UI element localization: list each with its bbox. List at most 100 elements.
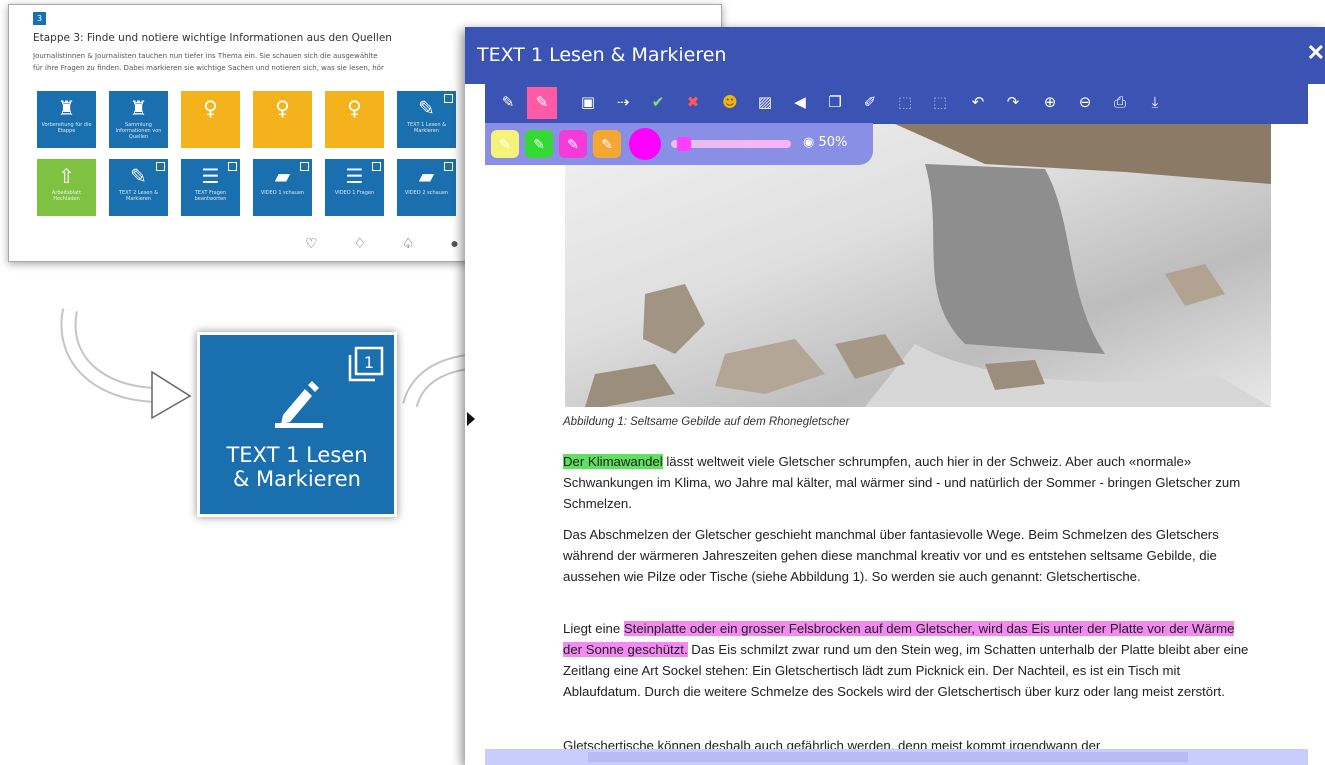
reader-title: TEXT 1 Lesen & Markieren (477, 44, 727, 66)
redo-button[interactable]: ↷ (998, 87, 1028, 119)
window-badge-icon (444, 162, 453, 171)
eraser-tool-button[interactable]: ✐ (855, 87, 885, 119)
zoom-out-icon: ⊖ (1078, 93, 1092, 111)
eye-icon: ◉ (803, 135, 815, 150)
side-panel-toggle-icon[interactable] (467, 412, 475, 426)
paste-tool-button[interactable]: ❐ (820, 87, 850, 119)
color-yellow-button[interactable]: ✎ (491, 130, 519, 158)
tile-video1-watch[interactable]: ▰ VIDEO 1 schauen (253, 159, 312, 216)
step-number-badge: 3 (33, 12, 46, 25)
group-icon: ⬚ (932, 93, 948, 111)
svg-text:1: 1 (364, 353, 374, 372)
binoculars-icon: ♜ (129, 96, 148, 120)
paragraph-3: Liegt eine Steinplatte oder ein grosser … (563, 621, 1249, 699)
zoomed-tile-label: TEXT 1 Lesen & Markieren (226, 443, 368, 491)
window-badge-icon (372, 162, 381, 171)
window-badge-icon: 1 (348, 346, 384, 382)
glacier-photo (565, 124, 1271, 407)
highlighter-icon: ✎ (499, 136, 511, 152)
opacity-label: ◉ 50% (803, 135, 848, 150)
glacier-table-image (585, 124, 1271, 407)
tile-upload[interactable]: ⇧ Arbeitsblatt Hochladen (37, 159, 96, 216)
group-tool-button[interactable]: ⬚ (925, 87, 955, 119)
window-badge-icon (444, 94, 453, 103)
close-button[interactable]: ✕ (1307, 40, 1325, 66)
cross-icon: ✖ (686, 93, 700, 111)
window-badge-icon (156, 162, 165, 171)
tile-video1-questions[interactable]: ☰ VIDEO 1 Fragen (325, 159, 384, 216)
highlighter-icon: ✎ (533, 136, 545, 152)
color-green-button[interactable]: ✎ (525, 130, 553, 158)
pencil-icon (275, 381, 323, 428)
reader-window: TEXT 1 Lesen & Markieren ✕ ✎ ✎ ▣ ⇢ ✔ ✖ ☻… (465, 27, 1325, 765)
figure-caption: Abbildung 1: Seltsame Gebilde auf dem Rh… (563, 416, 850, 428)
feedback-icons[interactable]: ♡ ♢ ♤ ● (305, 235, 475, 252)
select-icon: ⬚ (897, 93, 913, 111)
paragraph-2: Das Abschmelzen der Gletscher geschieht … (563, 527, 1219, 584)
scrollbar-thumb[interactable] (588, 752, 1188, 762)
highlighter-icon: ✎ (535, 93, 549, 111)
eraser-icon: ✐ (863, 93, 877, 111)
image-tool-button[interactable]: ▨ (750, 87, 780, 119)
speaker-icon: ◀ (794, 93, 806, 111)
image-icon: ▨ (757, 93, 773, 111)
paragraph-1: Der Klimawandel lässt weltweit viele Gle… (563, 454, 1241, 511)
text-box-icon: ▣ (580, 93, 596, 111)
binoculars-icon: ♜ (57, 96, 76, 120)
clipboard-icon: ❐ (828, 93, 842, 111)
text-box-tool-button[interactable]: ▣ (573, 87, 603, 119)
highlighter-icon: ✎ (567, 136, 579, 152)
lightbulb-icon: ♀ (347, 96, 362, 120)
cross-tool-button[interactable]: ✖ (678, 87, 708, 119)
document-content[interactable]: Abbildung 1: Seltsame Gebilde auf dem Rh… (485, 124, 1308, 751)
tile-video2-watch[interactable]: ▰ VIDEO 2 schauen (397, 159, 456, 216)
pencil-icon: ✎ (501, 93, 515, 111)
horizontal-scrollbar[interactable] (485, 749, 1308, 765)
arrow-icon: ⇢ (616, 93, 630, 111)
zoom-out-button[interactable]: ⊖ (1070, 87, 1100, 119)
opacity-slider[interactable] (671, 137, 791, 151)
stage-title: Etappe 3: Finde und notiere wichtige Inf… (33, 32, 392, 44)
stage-description: Journalistinnen & Journalisten tauchen n… (33, 52, 384, 72)
zoom-in-button[interactable]: ⊕ (1035, 87, 1065, 119)
tile-preparation[interactable]: ♜ Vorbereitung für die Etappe (37, 91, 96, 148)
color-orange-button[interactable]: ✎ (593, 130, 621, 158)
tile-text2-read-mark[interactable]: ✎ TEXT 2 Lesen & Markieren (109, 159, 168, 216)
current-color-indicator[interactable] (629, 128, 661, 160)
lightbulb-icon: ♀ (203, 96, 218, 120)
checkmark-icon: ✔ (651, 93, 665, 111)
opacity-slider-thumb[interactable] (677, 137, 691, 151)
audio-tool-button[interactable]: ◀ (785, 87, 815, 119)
select-tool-button[interactable]: ⬚ (890, 87, 920, 119)
tile-text-questions[interactable]: ☰ TEXT Fragen beantworten (181, 159, 240, 216)
zoomed-tile-text1[interactable]: 1 TEXT 1 Lesen & Markieren (197, 332, 397, 517)
window-badge-icon (300, 162, 309, 171)
tile-idea-3[interactable]: ♀ (325, 91, 384, 148)
undo-button[interactable]: ↶ (963, 87, 993, 119)
checkmark-tool-button[interactable]: ✔ (643, 87, 673, 119)
undo-icon: ↶ (971, 93, 985, 111)
tile-idea-1[interactable]: ♀ (181, 91, 240, 148)
highlighter-color-bar: ✎ ✎ ✎ ✎ ◉ 50% (485, 123, 873, 165)
print-icon: ⎙ (1113, 93, 1126, 111)
highlighter-tool-button[interactable]: ✎ (527, 87, 557, 119)
color-magenta-button[interactable]: ✎ (559, 130, 587, 158)
annotation-toolbar: ✎ ✎ ▣ ⇢ ✔ ✖ ☻ ▨ ◀ ❐ ✐ ⬚ ⬚ ↶ ↷ ⊕ ⊖ ⎙ ⤓ (485, 84, 1308, 124)
window-badge-icon (228, 162, 237, 171)
reader-title-bar: TEXT 1 Lesen & Markieren ✕ (465, 27, 1325, 84)
upload-icon: ⇧ (58, 164, 75, 188)
tile-idea-2[interactable]: ♀ (253, 91, 312, 148)
emoji-tool-button[interactable]: ☻ (715, 87, 745, 119)
print-button[interactable]: ⎙ (1105, 87, 1135, 119)
download-icon: ⤓ (1151, 93, 1159, 111)
highlighter-icon: ✎ (601, 136, 613, 152)
lightbulb-icon: ♀ (275, 96, 290, 120)
pen-tool-button[interactable]: ✎ (493, 87, 523, 119)
tile-collect-info[interactable]: ♜ Sammlung Informationen von Quellen (109, 91, 168, 148)
highlight-green: Der Klimawandel (563, 454, 663, 469)
zoom-in-icon: ⊕ (1043, 93, 1057, 111)
tile-text1-read-mark[interactable]: ✎ TEXT 1 Lesen & Markieren (397, 91, 456, 148)
download-button[interactable]: ⤓ (1140, 87, 1170, 119)
curved-arrow-down-icon (60, 308, 192, 420)
arrow-tool-button[interactable]: ⇢ (608, 87, 638, 119)
